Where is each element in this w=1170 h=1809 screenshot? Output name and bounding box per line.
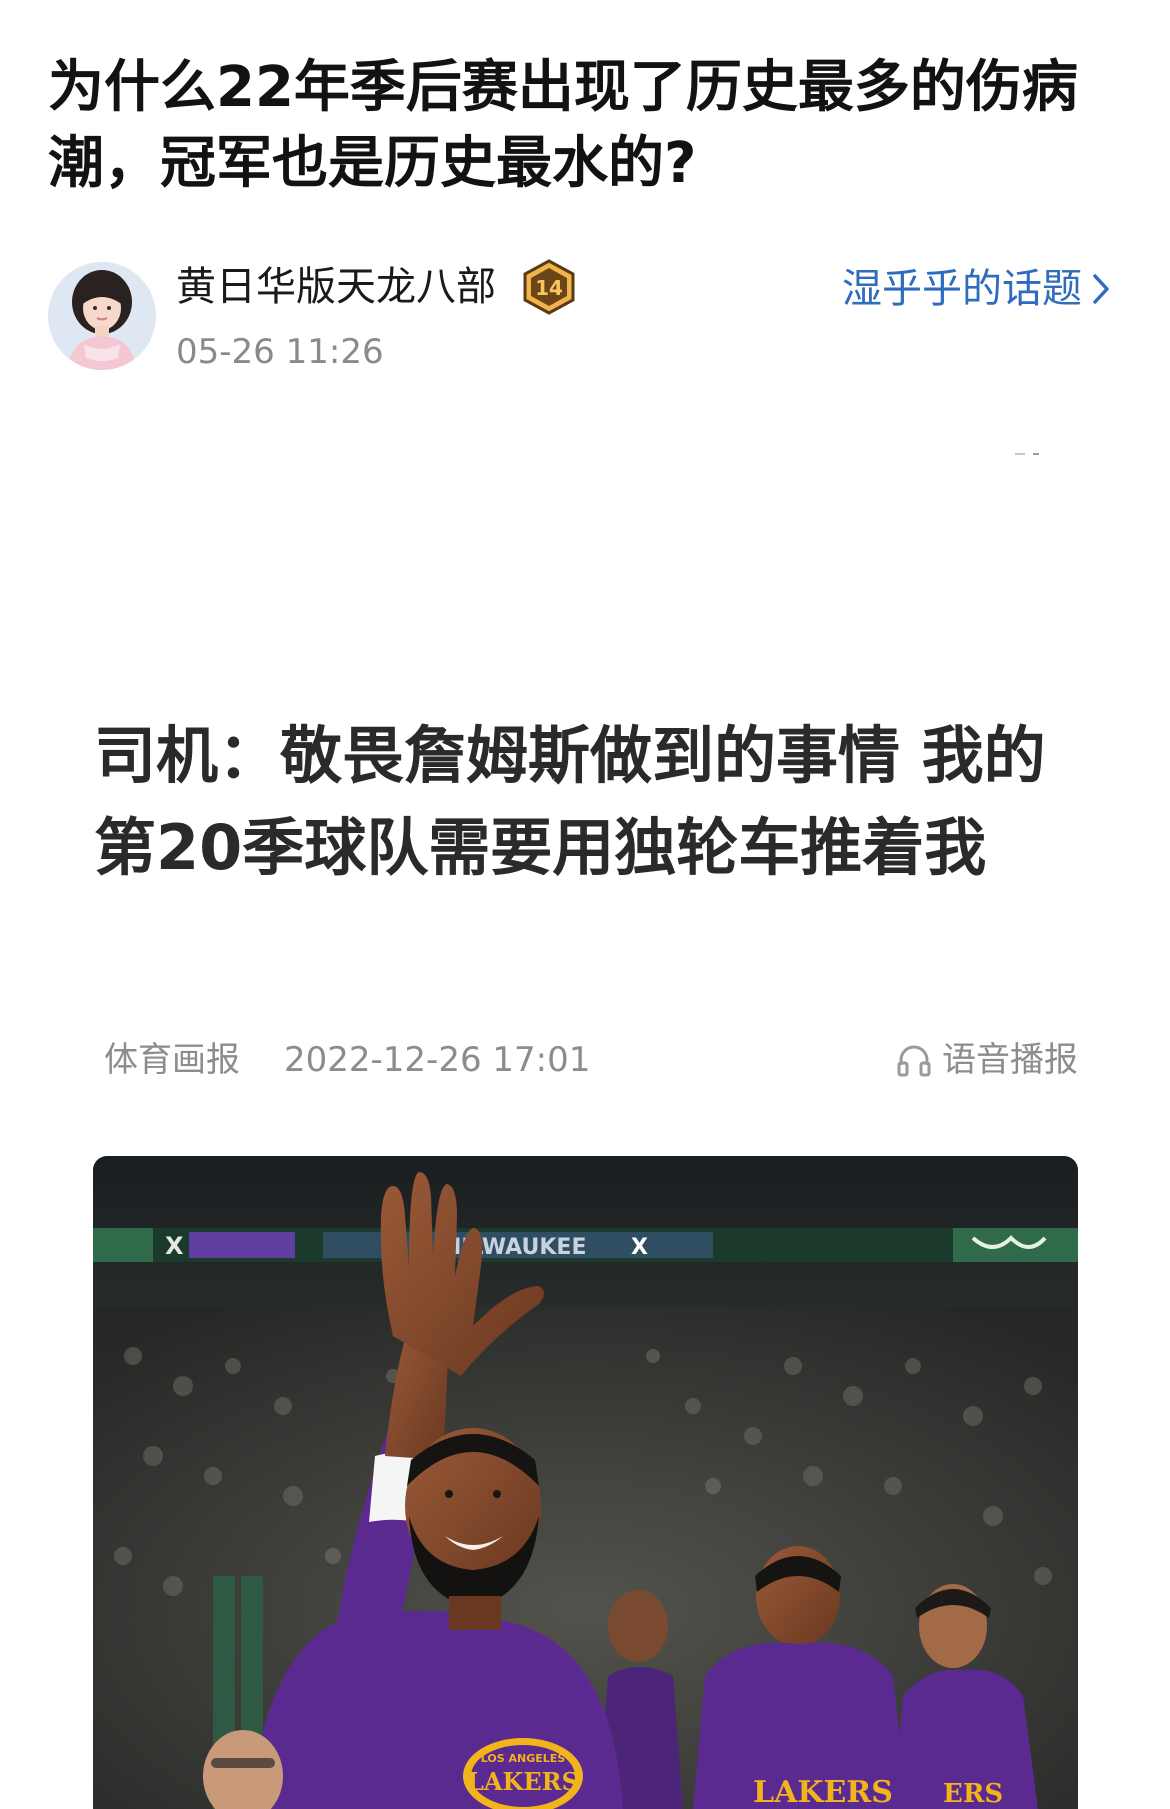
author-name[interactable]: 黄日华版天龙八部: [176, 262, 496, 312]
dust-speck: [1015, 453, 1039, 455]
topic-link-label: 湿乎乎的话题: [842, 266, 1082, 312]
right-jersey-text-2: ERS: [943, 1779, 1003, 1809]
chevron-right-icon: [1093, 274, 1109, 304]
badge-label: 14: [535, 276, 563, 300]
topic-link[interactable]: 湿乎乎的话题: [842, 264, 1110, 314]
screenshot-headline: 司机：敬畏詹姆斯做到的事情 我的第20季球队需要用独轮车推着我: [94, 719, 1046, 884]
screenshot-datetime: 2022-12-26 17:01: [284, 1040, 591, 1080]
news-photo: X MILWAUKEE X LAKERS ERS LOS ANGELES LAK…: [93, 1156, 1078, 1809]
user-avatar[interactable]: [48, 262, 156, 370]
post-title: 为什么22年季后赛出现了历史最多的伤病潮，冠军也是历史最水的?: [48, 55, 1078, 196]
headphones-icon: [897, 1045, 931, 1077]
level-badge-icon: 14: [522, 259, 576, 315]
post-time: 05-26 11:26: [176, 332, 384, 372]
banner-left-x: X: [165, 1232, 184, 1260]
audio-play-button[interactable]: 语音播报: [896, 1038, 1078, 1082]
audio-play-label: 语音播报: [942, 1040, 1078, 1080]
screenshot-source: 体育画报: [104, 1040, 240, 1080]
avatar-image: [48, 262, 156, 370]
lakers-logo-top: LOS ANGELES: [481, 1752, 566, 1765]
lakers-logo-main: LAKERS: [467, 1767, 579, 1796]
post-page: 为什么22年季后赛出现了历史最多的伤病潮，冠军也是历史最水的? 黄日华版天龙八部…: [0, 0, 1170, 1809]
banner-center-x: X: [631, 1235, 648, 1260]
right-jersey-text-1: LAKERS: [753, 1775, 893, 1809]
